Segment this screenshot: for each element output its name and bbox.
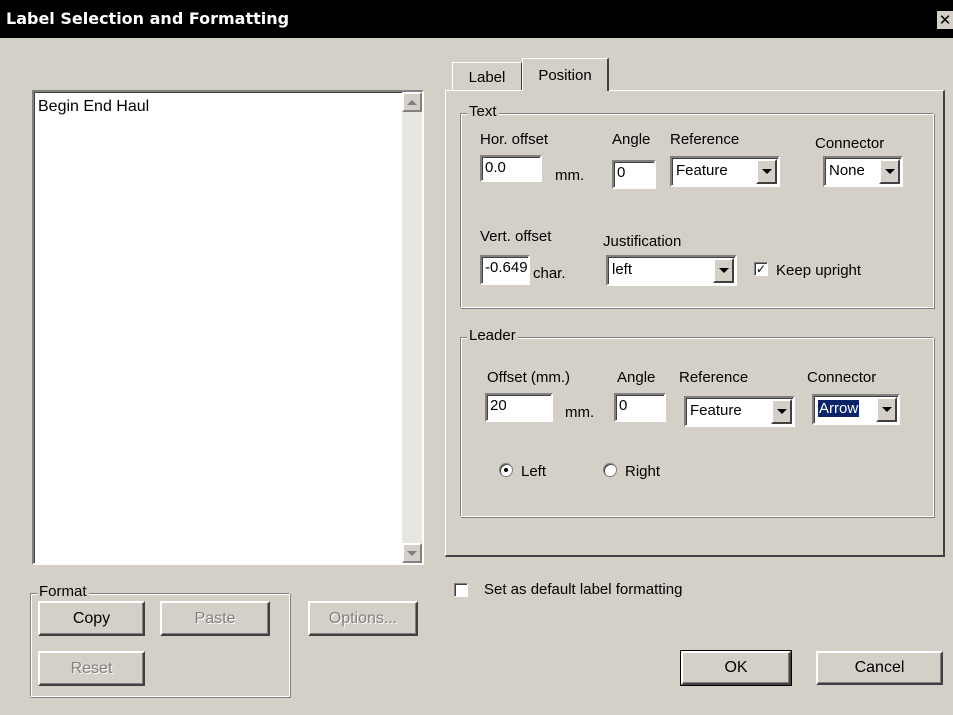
vert-offset-label: Vert. offset (480, 228, 552, 245)
leader-offset-unit: mm. (565, 404, 595, 421)
justification-value: left (612, 261, 633, 278)
text-connector-label: Connector (815, 135, 885, 152)
dropdown-arrow-icon[interactable] (713, 258, 734, 283)
leader-angle-label: Angle (617, 369, 656, 386)
leader-connector-value: Arrow (818, 400, 860, 417)
dropdown-arrow-icon[interactable] (756, 159, 777, 184)
reset-button[interactable]: Reset (38, 651, 145, 686)
dropdown-arrow-icon[interactable] (879, 159, 900, 184)
leader-offset-label: Offset (mm.) (487, 369, 571, 386)
paste-button[interactable]: Paste (160, 601, 270, 636)
leader-reference-value: Feature (690, 402, 742, 419)
leader-connector-label: Connector (807, 369, 877, 386)
arrow-up-icon (407, 99, 417, 105)
vert-offset-unit: char. (533, 265, 566, 282)
copy-button[interactable]: Copy (38, 601, 145, 636)
close-icon[interactable]: ✕ (937, 11, 953, 29)
options-button[interactable]: Options... (308, 601, 418, 636)
chevron-down-icon (881, 407, 892, 412)
cancel-button[interactable]: Cancel (816, 651, 943, 685)
list-item[interactable]: Begin End Haul (38, 98, 149, 116)
leader-right-radio[interactable] (603, 463, 617, 477)
justification-select[interactable]: left (606, 255, 737, 286)
leader-group: Leader (460, 327, 934, 517)
dropdown-arrow-icon[interactable] (771, 399, 792, 424)
dropdown-arrow-icon[interactable] (876, 397, 897, 422)
leader-angle-input[interactable]: 0 (614, 393, 666, 422)
chevron-down-icon (761, 169, 772, 174)
hor-offset-label: Hor. offset (480, 131, 549, 148)
leader-reference-select[interactable]: Feature (684, 396, 795, 427)
text-legend: Text (467, 103, 499, 120)
text-reference-select[interactable]: Feature (670, 156, 780, 187)
default-formatting-label[interactable]: Set as default label formatting (484, 581, 682, 598)
leader-offset-input[interactable]: 20 (485, 393, 553, 422)
leader-left-radio[interactable] (499, 463, 513, 477)
chevron-down-icon (776, 409, 787, 414)
window-title: Label Selection and Formatting (6, 9, 290, 28)
keep-upright-checkbox[interactable]: ✓ (754, 262, 768, 276)
keep-upright-label[interactable]: Keep upright (776, 262, 861, 279)
leader-right-label[interactable]: Right (625, 463, 660, 480)
text-reference-value: Feature (676, 162, 728, 179)
format-legend: Format (37, 583, 89, 600)
scroll-up-button[interactable] (402, 92, 422, 112)
hor-offset-unit: mm. (555, 167, 585, 184)
chevron-down-icon (884, 169, 895, 174)
hor-offset-input[interactable]: 0.0 (480, 155, 542, 182)
arrow-down-icon (407, 550, 417, 556)
chevron-down-icon (718, 268, 729, 273)
default-formatting-checkbox[interactable] (454, 583, 468, 597)
vert-offset-input[interactable]: -0.649 (480, 255, 530, 285)
justification-label: Justification (603, 233, 682, 250)
text-connector-select[interactable]: None (823, 156, 903, 187)
label-list[interactable]: Begin End Haul (32, 90, 424, 565)
leader-connector-select[interactable]: Arrow (812, 394, 900, 425)
tab-label[interactable]: Label (452, 62, 522, 91)
text-angle-label: Angle (612, 131, 651, 148)
text-angle-input[interactable]: 0 (612, 160, 656, 189)
leader-legend: Leader (467, 327, 518, 344)
radio-dot-icon (504, 468, 508, 472)
title-bar: Label Selection and Formatting ✕ (0, 0, 953, 38)
list-scrollbar[interactable] (402, 92, 422, 563)
tab-position[interactable]: Position (522, 58, 609, 91)
text-connector-value: None (829, 162, 865, 179)
leader-left-label[interactable]: Left (521, 463, 546, 480)
text-reference-label: Reference (670, 131, 740, 148)
scroll-down-button[interactable] (402, 543, 422, 563)
leader-reference-label: Reference (679, 369, 749, 386)
ok-button[interactable]: OK (680, 650, 792, 686)
